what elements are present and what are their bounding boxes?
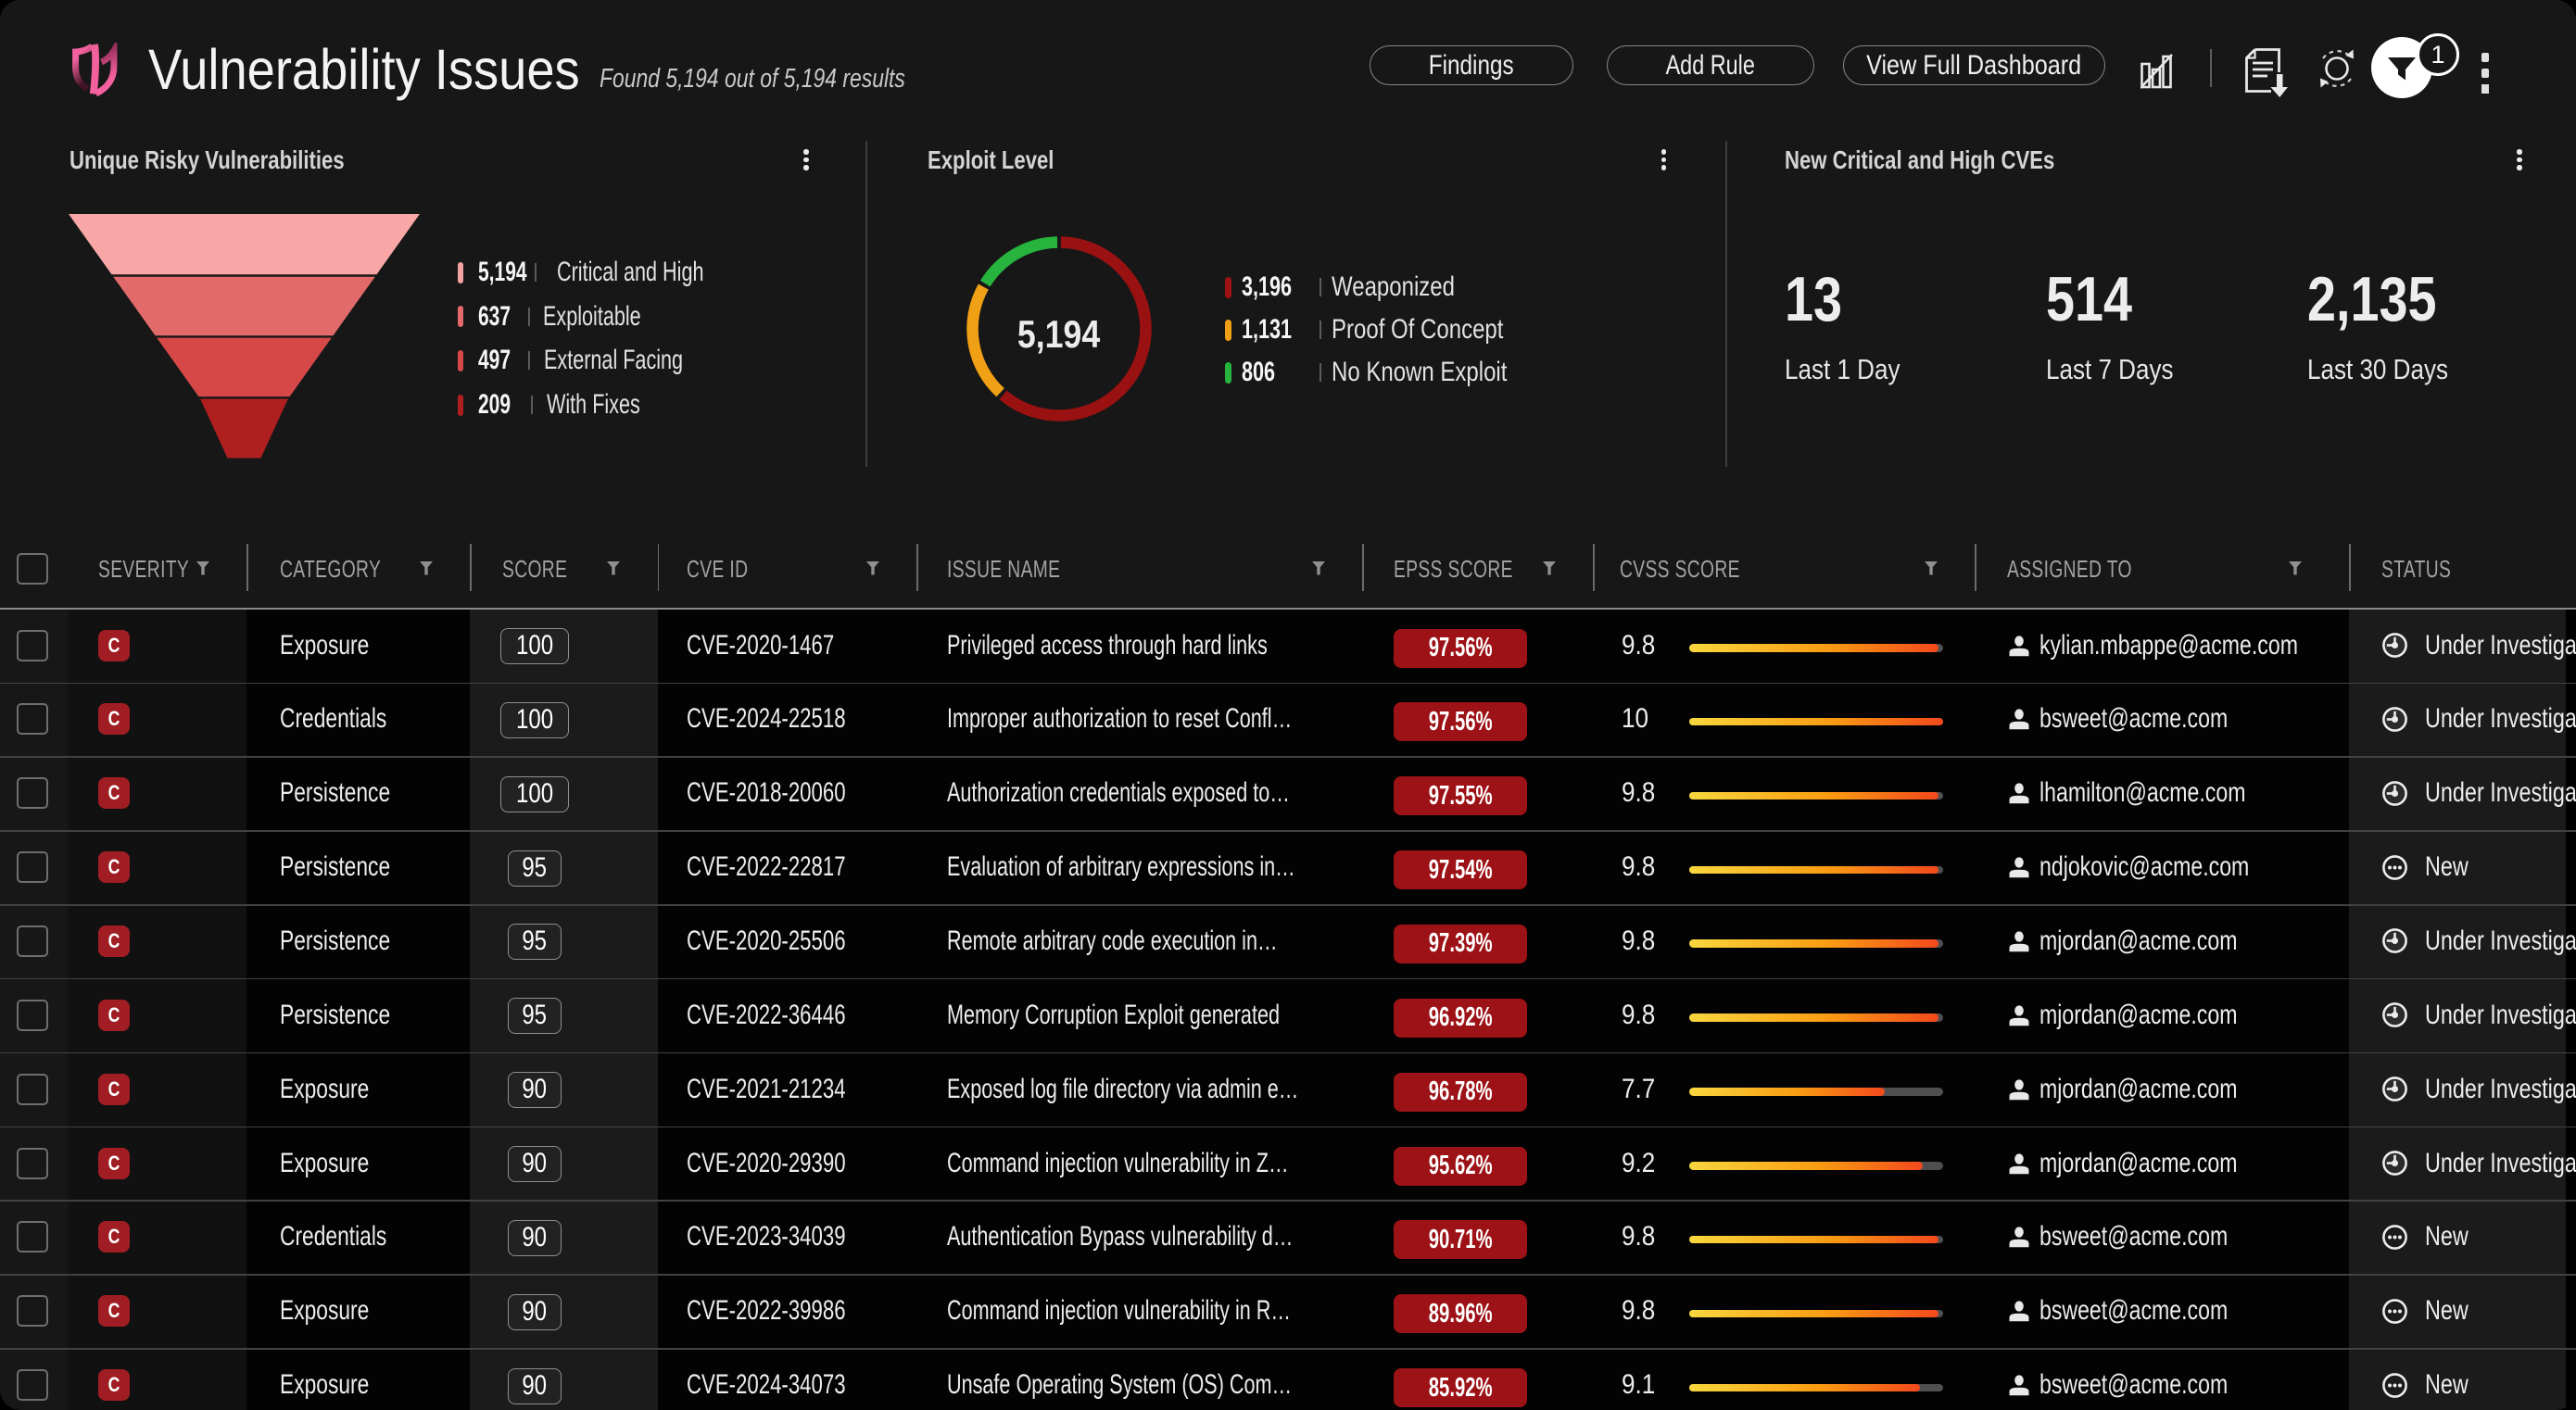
svg-text:1: 1	[2431, 41, 2444, 69]
